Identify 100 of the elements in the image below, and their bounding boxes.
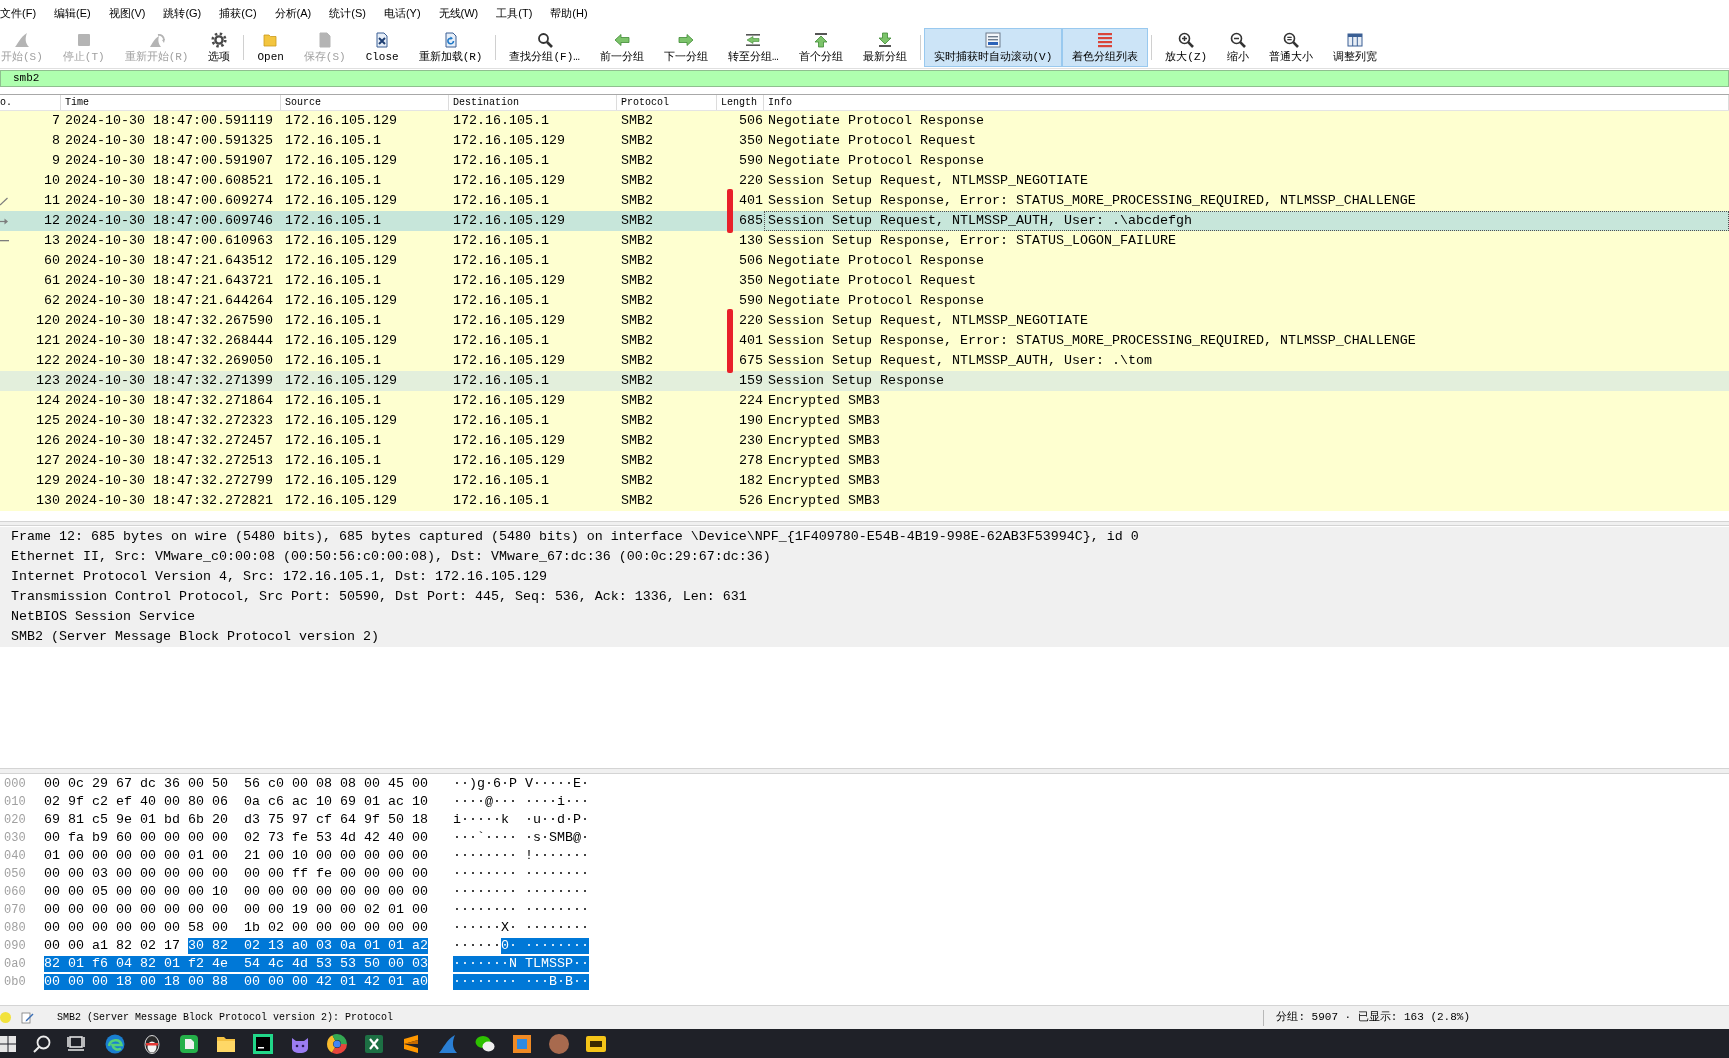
badge-logo-icon[interactable] — [586, 1035, 606, 1052]
ascii-text[interactable]: ········ ········ — [453, 866, 589, 882]
ascii-text[interactable]: ··)g·6·P V·····E· — [453, 776, 589, 792]
hex-bytes[interactable]: 69 81 c5 9e 01 bd 6b 20 d3 75 97 cf 64 9f 50 18 — [44, 812, 428, 828]
table-cell-text: 127 — [36, 452, 60, 470]
packet-row[interactable]: 124 2024-10-30 18:47:32.271864 172.16.105.1 172.16.105.129 SMB2 224 Encrypted SMB3 — [0, 391, 1729, 411]
spreadsheet-icon[interactable] — [364, 1033, 384, 1054]
table-cell-text: 172.16.105.1 — [452, 292, 550, 310]
packet-row[interactable]: 12 2024-10-30 18:47:00.609746 172.16.105.1 172.16.105.129 SMB2 685 Session Setup Request, NTLMSSP_AUTH, User: .\abcdefgh — [0, 211, 1729, 231]
arrow-down-to-bar-icon — [876, 32, 893, 48]
status-dot-icon[interactable] — [0, 1012, 11, 1023]
hex-bytes[interactable]: 00 00 03 00 00 00 00 00 00 00 ff fe 00 00 00 00 — [44, 866, 428, 882]
table-cell-text: 2024-10-30 18:47:32.271399 — [64, 372, 274, 390]
packet-row[interactable]: 7 2024-10-30 18:47:00.591119 172.16.105.129 172.16.105.1 SMB2 506 Negotiate Protocol Response — [0, 111, 1729, 131]
hex-bytes[interactable]: 00 00 a1 82 02 17 — [44, 938, 180, 954]
packet-row[interactable]: 8 2024-10-30 18:47:00.591325 172.16.105.1 172.16.105.129 SMB2 350 Negotiate Protocol Request — [0, 131, 1729, 151]
menu-item[interactable]: 跳转(G) — [163, 0, 202, 27]
menu-item[interactable]: 电话(Y) — [383, 0, 421, 27]
packet-row[interactable]: 127 2024-10-30 18:47:32.272513 172.16.105.1 172.16.105.129 SMB2 278 Encrypted SMB3 — [0, 451, 1729, 471]
ascii-text[interactable]: ····@··· ····i··· — [453, 794, 589, 810]
tree-item[interactable]: Ethernet II, Src: VMware_c0:00:08 (00:50:56:c0:00:08), Dst: VMware_67:dc:36 (00:0c:29:67:dc:36) — [0, 547, 1729, 567]
ascii-text[interactable]: ······X· ········ — [453, 920, 589, 936]
hex-bytes[interactable]: 00 00 00 18 00 18 00 88 00 00 00 42 01 42 01 a0 — [44, 974, 428, 990]
packet-row[interactable]: 126 2024-10-30 18:47:32.272457 172.16.105.1 172.16.105.129 SMB2 230 Encrypted SMB3 — [0, 431, 1729, 451]
hex-bytes[interactable]: 00 00 00 00 00 00 00 00 00 00 19 00 00 02 01 00 — [44, 902, 428, 918]
packet-row[interactable]: 62 2024-10-30 18:47:21.644264 172.16.105.129 172.16.105.1 SMB2 590 Negotiate Protocol Response — [0, 291, 1729, 311]
menu-item[interactable]: 文件(F) — [0, 0, 37, 27]
menu-item[interactable]: 捕获(C) — [219, 0, 257, 27]
ascii-text[interactable]: ········ !······· — [453, 848, 589, 864]
column-header[interactable]: Info — [764, 95, 1729, 110]
tree-item[interactable]: Internet Protocol Version 4, Src: 172.16.105.1, Dst: 172.16.105.129 — [0, 567, 1729, 587]
folder-icon[interactable] — [216, 1034, 236, 1053]
hex-bytes[interactable]: 00 00 05 00 00 00 00 10 00 00 00 00 00 00 00 00 — [44, 884, 428, 900]
menu-item[interactable]: 分析(A) — [274, 0, 312, 27]
menu-item[interactable]: 帮助(H) — [550, 0, 588, 27]
menu-item[interactable]: 无线(W) — [438, 0, 479, 27]
packet-row[interactable]: 122 2024-10-30 18:47:32.269050 172.16.105.1 172.16.105.129 SMB2 675 Session Setup Request, NTLMSSP_AUTH, User: .\tom — [0, 351, 1729, 371]
shark-fin-icon[interactable] — [438, 1033, 458, 1054]
hex-offset: 070 — [3, 902, 27, 919]
packet-row[interactable]: 123 2024-10-30 18:47:32.271399 172.16.105.129 172.16.105.1 SMB2 159 Session Setup Response — [0, 371, 1729, 391]
ascii-text[interactable]: ········ ········ — [453, 884, 589, 900]
hex-bytes[interactable]: 00 0c 29 67 dc 36 00 50 56 c0 00 08 08 00 45 00 — [44, 776, 428, 792]
table-cell-text: 401 — [738, 332, 764, 350]
hex-bytes[interactable]: 82 01 f6 04 82 01 f2 4e 54 4c 4d 53 53 50 00 03 — [44, 956, 428, 972]
square-logo-icon[interactable] — [253, 1033, 273, 1054]
packet-row[interactable]: 121 2024-10-30 18:47:32.268444 172.16.105.129 172.16.105.1 SMB2 401 Session Setup Response, Error: STATUS_MORE_PROCESSING_REQUIRED, NTLMSSP_CHALLENGE — [0, 331, 1729, 351]
column-header[interactable]: o. — [0, 95, 61, 110]
menu-item[interactable]: 视图(V) — [108, 0, 146, 27]
column-header[interactable]: Source — [281, 95, 449, 110]
hex-bytes[interactable]: 00 00 00 00 00 00 58 00 1b 02 00 00 00 00 00 00 — [44, 920, 428, 936]
packet-row[interactable]: 120 2024-10-30 18:47:32.267590 172.16.105.1 172.16.105.129 SMB2 220 Session Setup Request, NTLMSSP_NEGOTIATE — [0, 311, 1729, 331]
chat-bubbles-icon[interactable] — [475, 1034, 495, 1053]
packet-row[interactable]: 11 2024-10-30 18:47:00.609274 172.16.105.129 172.16.105.1 SMB2 401 Session Setup Response, Error: STATUS_MORE_PROCESSING_REQUIRED, NTLMSSP_CHALLENGE — [0, 191, 1729, 211]
hex-bytes[interactable]: 30 82 02 13 a0 03 0a 01 01 a2 — [188, 938, 428, 954]
auto-scroll-toggle[interactable]: 实时捕获时自动滚动(V) — [923, 28, 1063, 67]
start-menu-icon[interactable] — [0, 1035, 16, 1052]
ascii-text[interactable]: i·····k ·u··d·P· — [453, 812, 589, 828]
window-tile-icon[interactable] — [512, 1033, 532, 1054]
packet-row[interactable]: 10 2024-10-30 18:47:00.608521 172.16.105.1 172.16.105.129 SMB2 220 Session Setup Request, NTLMSSP_NEGOTIATE — [0, 171, 1729, 191]
packet-row[interactable]: 13 2024-10-30 18:47:00.610963 172.16.105.129 172.16.105.1 SMB2 130 Session Setup Response, Error: STATUS_LOGON_FAILURE — [0, 231, 1729, 251]
menu-item[interactable]: 统计(S) — [329, 0, 366, 27]
colorize-toggle[interactable]: 着色分组列表 — [1062, 28, 1149, 67]
search-icon[interactable] — [33, 1034, 51, 1053]
swirl-icon[interactable] — [105, 1033, 125, 1054]
hex-bytes[interactable]: 00 fa b9 60 00 00 00 00 02 73 fe 53 4d 42 40 00 — [44, 830, 428, 846]
tree-item[interactable]: SMB2 (Server Message Block Protocol version 2) — [0, 627, 1729, 647]
table-cell-text: 172.16.105.129 — [452, 432, 566, 450]
packet-row[interactable]: 129 2024-10-30 18:47:32.272799 172.16.105.129 172.16.105.1 SMB2 182 Encrypted SMB3 — [0, 471, 1729, 491]
hex-bytes[interactable]: 01 00 00 00 00 00 01 00 21 00 10 00 00 00 00 00 — [44, 848, 428, 864]
tree-item[interactable]: Transmission Control Protocol, Src Port: 50590, Dst Port: 445, Seq: 536, Ack: 1336, Len: 631 — [0, 587, 1729, 607]
task-view-icon[interactable] — [67, 1034, 85, 1053]
column-header[interactable]: Protocol — [617, 95, 717, 110]
column-header[interactable]: Length — [717, 95, 764, 110]
avatar-icon[interactable] — [549, 1033, 569, 1054]
table-cell-text: SMB2 — [620, 132, 654, 150]
tree-item[interactable]: Frame 12: 685 bytes on wire (5480 bits), 685 bytes captured (5480 bits) on interface \Device\NPF_{1F409780-E54B-4B19-998E-62AB3F53994C}, id 0 — [0, 527, 1729, 547]
ascii-text[interactable]: ······ — [453, 938, 501, 954]
packet-row[interactable]: 130 2024-10-30 18:47:32.272821 172.16.105.129 172.16.105.1 SMB2 526 Encrypted SMB3 — [0, 491, 1729, 511]
packet-row[interactable]: 61 2024-10-30 18:47:21.643721 172.16.105.1 172.16.105.129 SMB2 350 Negotiate Protocol Request — [0, 271, 1729, 291]
ascii-text[interactable]: ·······N TLMSSP·· — [453, 956, 589, 972]
table-cell-text: 590 — [738, 292, 764, 310]
column-header[interactable]: Destination — [449, 95, 617, 110]
packet-row[interactable]: 125 2024-10-30 18:47:32.272323 172.16.105.129 172.16.105.1 SMB2 190 Encrypted SMB3 — [0, 411, 1729, 431]
ascii-text[interactable]: ········ ···B·B·· — [453, 974, 589, 990]
penguin-icon[interactable] — [142, 1033, 162, 1054]
stripes-logo-icon[interactable] — [401, 1033, 421, 1054]
column-header[interactable]: Time — [61, 95, 281, 110]
menu-item[interactable]: 编辑(E) — [54, 0, 91, 27]
ring-logo-icon[interactable] — [327, 1033, 347, 1054]
menu-item[interactable]: 工具(T) — [496, 0, 533, 27]
ascii-text[interactable]: ···`···· ·s·SMB@· — [453, 830, 589, 846]
packet-row[interactable]: 9 2024-10-30 18:47:00.591907 172.16.105.129 172.16.105.1 SMB2 590 Negotiate Protocol Response — [0, 151, 1729, 171]
display-filter-field[interactable]: smb2 — [0, 70, 1729, 87]
ascii-text[interactable]: 0· ········ — [501, 938, 589, 954]
pencil-icon[interactable] — [21, 1011, 34, 1024]
hex-bytes[interactable]: 02 9f c2 ef 40 00 80 06 0a c6 ac 10 69 01 ac 10 — [44, 794, 428, 810]
tile-icon[interactable] — [179, 1033, 199, 1054]
packet-row[interactable]: 60 2024-10-30 18:47:21.643512 172.16.105.129 172.16.105.1 SMB2 506 Negotiate Protocol Response — [0, 251, 1729, 271]
ascii-text[interactable]: ········ ········ — [453, 902, 589, 918]
tree-item[interactable]: NetBIOS Session Service — [0, 607, 1729, 627]
